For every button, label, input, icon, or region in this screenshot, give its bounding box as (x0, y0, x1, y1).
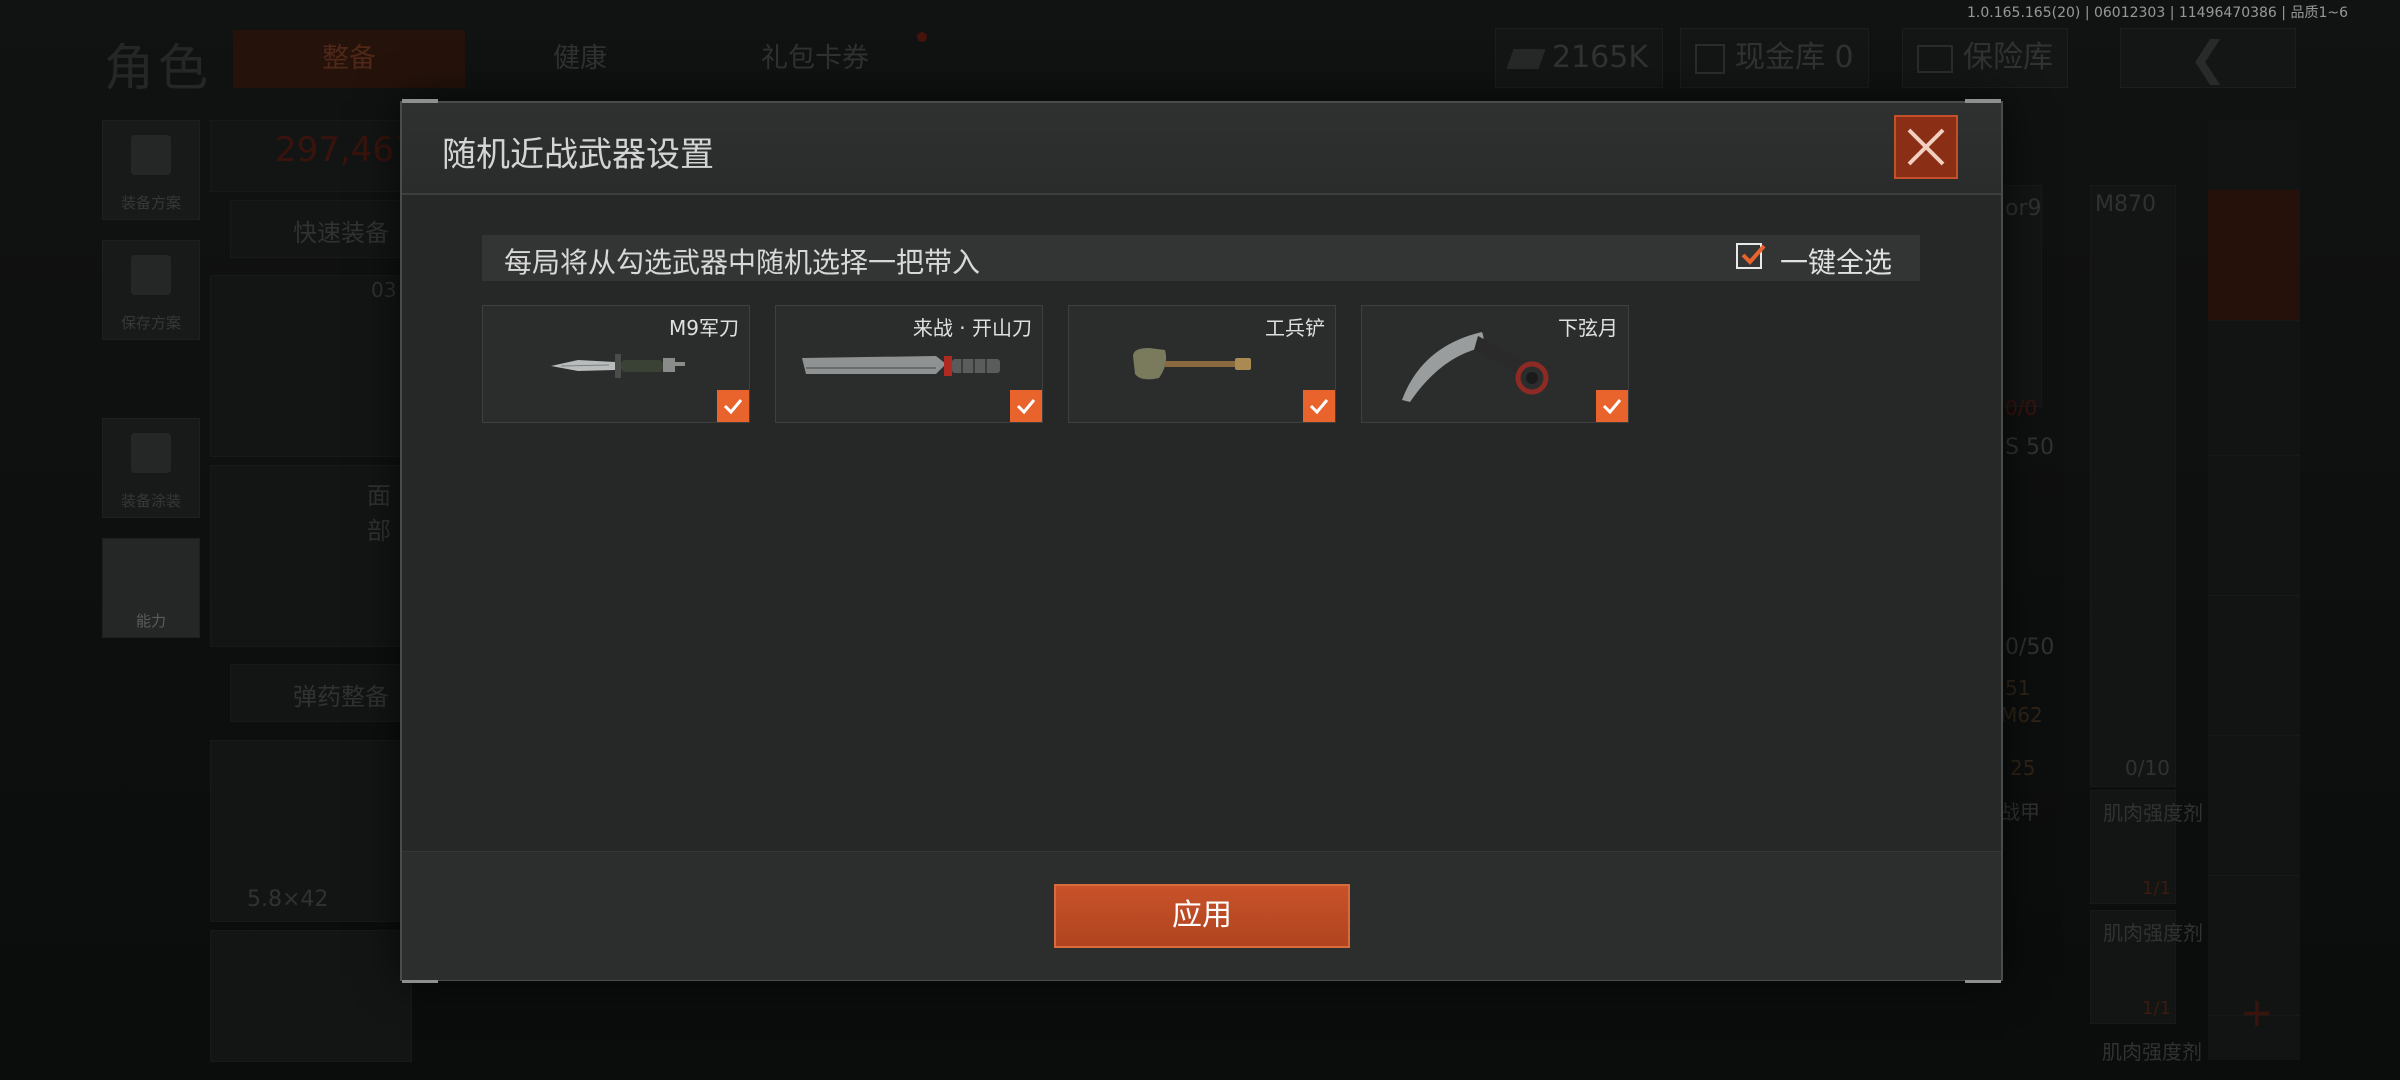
weapon-name: M9军刀 (669, 316, 739, 340)
select-all-label: 一键全选 (1780, 246, 1893, 279)
weapon-checkbox[interactable] (1010, 390, 1042, 422)
weapon-card[interactable]: 工兵铲 (1068, 305, 1336, 423)
random-melee-dialog: 随机近战武器设置 每局将从勾选武器中随机选择一把带入 一键全选 M9军刀 来战 … (400, 99, 2003, 983)
close-button[interactable] (1894, 115, 1958, 179)
weapon-name: 下弦月 (1558, 316, 1618, 340)
weapon-card[interactable]: 下弦月 (1361, 305, 1629, 423)
dialog-title: 随机近战武器设置 (442, 135, 714, 175)
check-icon (723, 399, 743, 415)
weapon-checkbox[interactable] (1596, 390, 1628, 422)
weapon-checkbox[interactable] (717, 390, 749, 422)
check-icon (1741, 244, 1766, 265)
dialog-header: 随机近战武器设置 (402, 103, 2001, 195)
weapon-name: 工兵铲 (1265, 316, 1325, 340)
weapon-card[interactable]: M9军刀 (482, 305, 750, 423)
weapon-checkbox[interactable] (1303, 390, 1335, 422)
close-icon (1907, 128, 1945, 166)
weapon-name: 来战 · 开山刀 (912, 316, 1032, 340)
check-icon (1309, 399, 1329, 415)
apply-button[interactable]: 应用 (1054, 884, 1350, 948)
weapon-card[interactable]: 来战 · 开山刀 (775, 305, 1043, 423)
description-banner: 每局将从勾选武器中随机选择一把带入 一键全选 (482, 235, 1920, 281)
select-all-checkbox[interactable] (1736, 243, 1766, 269)
dialog-description: 每局将从勾选武器中随机选择一把带入 (504, 246, 981, 279)
check-icon (1016, 399, 1036, 415)
dialog-footer: 应用 (402, 851, 2001, 980)
check-icon (1602, 399, 1622, 415)
